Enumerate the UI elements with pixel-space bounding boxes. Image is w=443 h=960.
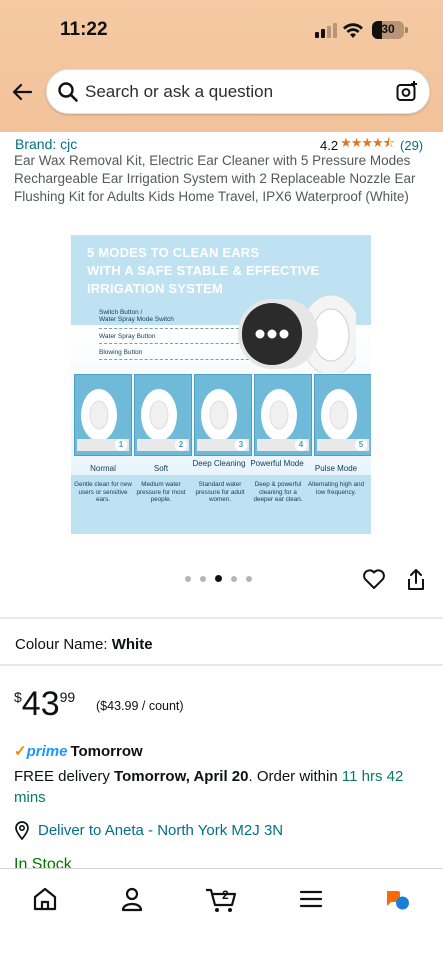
price-whole: 43 (21, 685, 60, 723)
stock-status: In Stock (14, 856, 72, 868)
mode-description: Alternating high and low frequency. (307, 481, 364, 496)
mode-name: Soft (153, 464, 169, 473)
delivery-prefix: FREE delivery (14, 768, 110, 785)
mode-number: 2 (175, 439, 187, 451)
mode-description: Medium water pressure for most people. (136, 481, 186, 503)
status-time: 11:22 (60, 19, 108, 40)
carousel-dot[interactable] (185, 575, 191, 582)
unit-price: ($43.99 / count) (96, 699, 184, 713)
battery-level: 30 (381, 22, 395, 36)
brand-link[interactable]: Brand: cjc (15, 136, 77, 152)
carousel-dot[interactable] (200, 575, 206, 582)
mode-name: Deep Cleaning (192, 459, 246, 468)
account-icon[interactable] (118, 885, 146, 913)
location-pin-icon (15, 821, 29, 840)
rufus-assistant-icon[interactable] (383, 885, 411, 913)
feature-label: Blowing Button (99, 349, 143, 356)
colour-selection: Colour Name: White (15, 636, 153, 653)
feature-leader-line (99, 328, 249, 329)
section-divider (0, 617, 443, 619)
header: 11:22 30 (0, 0, 443, 132)
mode-description: Standard water pressure for adult women. (195, 481, 245, 503)
colour-value: White (111, 636, 153, 653)
rating-value: 4.2 (320, 137, 339, 153)
image-headline-line: 5 MODES TO CLEAN EARS (87, 245, 260, 260)
mode-name: Powerful Mode (250, 459, 304, 468)
home-icon[interactable] (31, 885, 59, 913)
bottom-navigation: 2 (0, 868, 443, 960)
heart-icon[interactable] (362, 568, 386, 590)
product-image[interactable]: 5 MODES TO CLEAN EARS WITH A SAFE STABLE… (71, 235, 371, 534)
carousel-dot[interactable] (231, 575, 237, 582)
share-icon[interactable] (405, 568, 427, 592)
mode-tile: 1 (74, 374, 132, 456)
mode-number: 4 (295, 439, 307, 451)
price-fraction: 99 (59, 689, 76, 705)
search-input[interactable] (85, 78, 385, 106)
section-divider (0, 664, 443, 666)
feature-label: Switch Button / Water Spray Mode Switch (99, 309, 174, 323)
search-bar[interactable] (46, 69, 430, 114)
price-currency: $ (14, 689, 22, 705)
delivery-order-within: . Order within (248, 768, 342, 785)
mode-number: 3 (235, 439, 247, 451)
delivery-message: FREE delivery Tomorrow, April 20. Order … (14, 766, 434, 808)
deliver-to-address[interactable]: Deliver to Aneta - North York M2J 3N (38, 822, 283, 839)
cellular-signal-icon (315, 23, 337, 38)
image-carousel-dots[interactable] (185, 575, 252, 582)
carousel-dot-active[interactable] (215, 575, 222, 582)
menu-icon[interactable] (297, 885, 325, 913)
mode-tile: 3 (194, 374, 252, 456)
prime-day: Tomorrow (70, 742, 143, 760)
status-bar: 11:22 30 (0, 0, 443, 58)
mode-name: Normal (90, 464, 116, 473)
prime-delivery-badge: ✓ prime Tomorrow (14, 742, 143, 761)
wifi-icon (343, 23, 363, 38)
camera-search-icon[interactable] (395, 80, 419, 104)
review-count[interactable]: (29) (400, 138, 423, 153)
battery-icon: 30 (372, 21, 404, 39)
ear-cleaner-device-illustration (238, 294, 356, 373)
feature-label-line: Water Spray Mode Switch (99, 316, 174, 323)
mode-tiles: 1 2 3 4 5 (74, 374, 371, 456)
mode-name: Pulse Mode (314, 464, 358, 473)
mode-description: Gentle clean for new users or sensitive … (74, 481, 132, 503)
feature-leader-line (99, 343, 249, 344)
price: $ 43 99 (14, 685, 75, 723)
image-headline: 5 MODES TO CLEAN EARS WITH A SAFE STABLE… (87, 244, 319, 298)
prime-check-icon: ✓ (14, 743, 27, 760)
mode-description: Deep & powerful cleaning for a deeper ea… (253, 481, 303, 503)
image-headline-line: WITH A SAFE STABLE & EFFECTIVE (87, 263, 320, 278)
feature-leader-line (99, 359, 249, 360)
colour-label: Colour Name: (15, 636, 108, 653)
search-icon (58, 82, 78, 102)
back-arrow-icon[interactable] (10, 80, 34, 104)
cart-icon[interactable]: 2 (205, 885, 239, 913)
product-title: Ear Wax Removal Kit, Electric Ear Cleane… (14, 153, 416, 204)
deliver-to-link[interactable]: Deliver to Aneta - North York M2J 3N (14, 820, 283, 840)
prime-logo: prime (26, 742, 68, 760)
feature-label: Water Spray Button (99, 333, 156, 340)
mode-number: 5 (355, 439, 367, 451)
feature-label-line: Switch Button / (99, 309, 143, 316)
mode-tile: 2 (134, 374, 192, 456)
mode-number: 1 (115, 439, 127, 451)
delivery-date: Tomorrow, April 20 (114, 768, 249, 785)
cart-count: 2 (222, 888, 229, 902)
mode-tile: 5 (314, 374, 371, 456)
carousel-dot[interactable] (246, 575, 252, 582)
mode-tile: 4 (254, 374, 312, 456)
